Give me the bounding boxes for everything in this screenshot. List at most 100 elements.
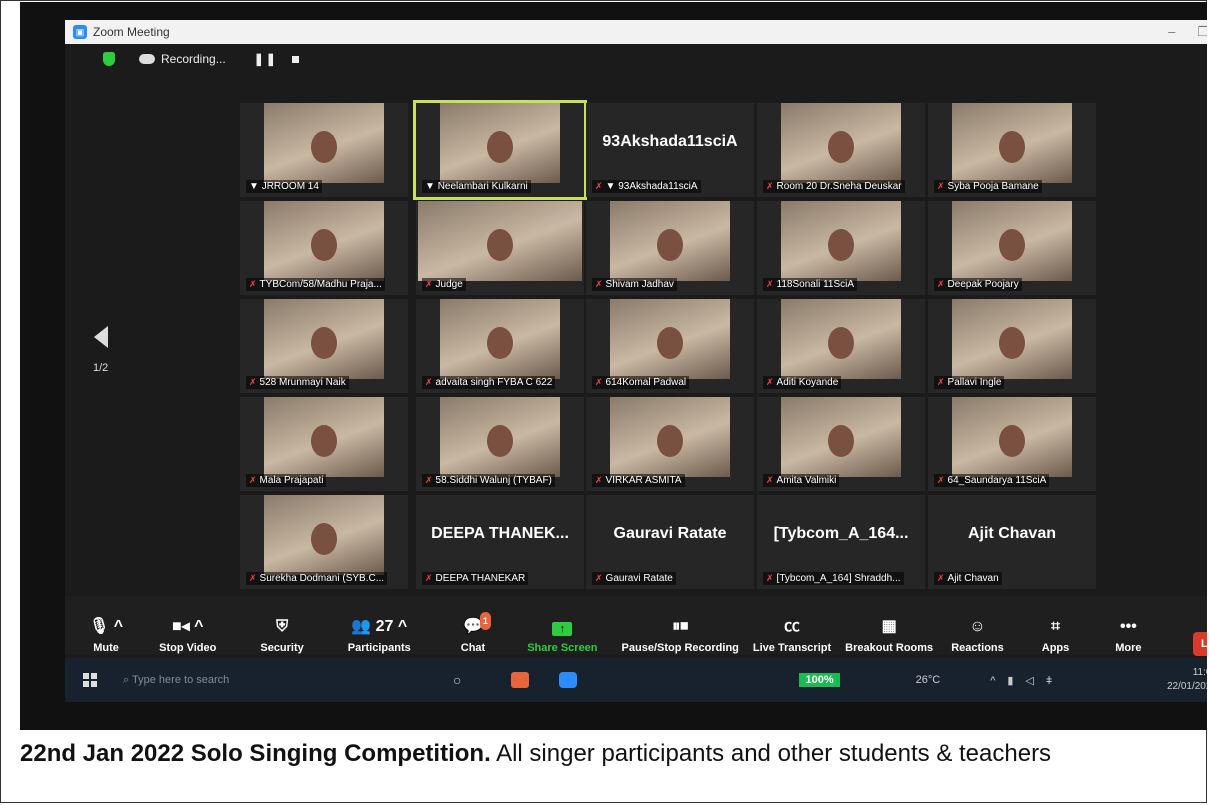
participant-face xyxy=(999,229,1025,261)
muted-mic-icon: ✗ xyxy=(249,475,257,485)
more-button[interactable]: ••• More xyxy=(1111,600,1145,654)
video-tile[interactable]: ✗ Judge xyxy=(416,201,584,295)
stop-video-button[interactable]: ■◂ ^ Stop Video xyxy=(155,600,220,654)
tile-name-label: ✗ VIRKAR ASMITA xyxy=(592,474,685,487)
tile-name-label: ✗ 64_Saundarya 11SciA xyxy=(934,474,1050,487)
video-tile[interactable]: DEEPA THANEK... ✗ DEEPA THANEKAR xyxy=(416,495,584,589)
video-tile[interactable]: ✗ 64_Saundarya 11SciA xyxy=(928,397,1096,491)
live-transcript-label: Live Transcript xyxy=(752,642,832,654)
participant-video xyxy=(440,103,560,183)
microphone-icon: 🎙 ^ xyxy=(89,618,124,635)
share-screen-button[interactable]: ↑ Share Screen xyxy=(523,600,601,654)
video-tile[interactable]: ✗ TYBCom/58/Madhu Praja... xyxy=(240,201,408,295)
participants-button[interactable]: 👥 27 ^ Participants xyxy=(344,600,415,654)
tile-name-label: ✗ Judge xyxy=(422,278,466,291)
participant-video xyxy=(264,397,384,477)
chat-button[interactable]: 💬 1 Chat xyxy=(457,600,491,654)
participant-face xyxy=(487,327,513,359)
tile-name-label: ▼ JRROOM 14 xyxy=(246,180,322,193)
tile-name-label: ▼ Neelambari Kulkarni xyxy=(422,180,531,193)
participant-face xyxy=(657,327,683,359)
video-tile[interactable]: 93Akshada11sciA ✗ ▼ 93Akshada11sciA xyxy=(586,103,754,197)
security-shield-icon[interactable] xyxy=(103,52,115,66)
windows-start-icon[interactable] xyxy=(83,673,97,687)
participant-video xyxy=(952,201,1072,281)
arrow-left-icon[interactable] xyxy=(93,326,108,348)
video-camera-icon: ■◂ ^ xyxy=(171,618,204,635)
office-app-icon[interactable] xyxy=(511,672,530,688)
mute-label: Mute xyxy=(93,642,119,654)
participant-video xyxy=(952,103,1072,183)
muted-mic-icon: ✗ xyxy=(937,181,945,191)
weather-temperature[interactable]: 26°C xyxy=(916,674,941,686)
taskbar-clock[interactable]: 11:02 22/01/2022 xyxy=(1167,666,1207,694)
video-tile[interactable]: ✗ Deepak Poojary xyxy=(928,201,1096,295)
participant-name: Room 20 Dr.Sneha Deuskar xyxy=(776,181,902,192)
tile-name-label: ✗ Deepak Poojary xyxy=(934,278,1022,291)
battery-indicator[interactable]: 100% xyxy=(799,673,840,687)
pause-stop-recording-button[interactable]: ⏸⏹ Pause/Stop Recording xyxy=(618,600,743,654)
cortana-icon[interactable]: ○ xyxy=(453,672,461,688)
video-tile[interactable]: [Tybcom_A_164... ✗ [Tybcom_A_164] Shraddh.… xyxy=(757,495,925,589)
stop-recording-button[interactable] xyxy=(291,55,299,63)
mute-button[interactable]: 🎙 ^ Mute xyxy=(85,600,127,654)
participant-name: Deepak Poojary xyxy=(947,279,1019,290)
reactions-button[interactable]: ☺ Reactions xyxy=(947,600,1008,654)
recording-bar: Recording... ❚❚ xyxy=(65,44,1207,74)
windows-taskbar: ⌕ Type here to search ○ 100% 26°C ^▮◁ǂ 1… xyxy=(65,658,1207,702)
participant-face xyxy=(999,425,1025,457)
video-tile[interactable]: ▼ Neelambari Kulkarni xyxy=(413,100,587,200)
page-previous[interactable]: 1/2 xyxy=(93,326,108,374)
video-tile[interactable]: ✗ Shivam Jadhav xyxy=(586,201,754,295)
video-tile[interactable]: Ajit Chavan ✗ Ajit Chavan xyxy=(928,495,1096,589)
pause-recording-button[interactable]: ❚❚ xyxy=(254,52,278,66)
security-button[interactable]: ⛨ Security xyxy=(256,600,307,654)
video-tile[interactable]: ✗ Syba Pooja Bamane xyxy=(928,103,1096,197)
restore-button[interactable]: ❐ xyxy=(1197,24,1207,40)
stop-video-label: Stop Video xyxy=(159,642,217,654)
apps-button[interactable]: ⌗ Apps xyxy=(1038,600,1074,654)
participant-video xyxy=(952,397,1072,477)
video-tile[interactable]: ✗ Surekha Dodmani (SYB.C... xyxy=(240,495,408,589)
video-tile[interactable]: Gauravi Ratate ✗ Gauravi Ratate xyxy=(586,495,754,589)
caption-text: All singer participants and other studen… xyxy=(490,740,1052,767)
leave-button[interactable]: Le xyxy=(1193,632,1207,656)
participant-face xyxy=(828,229,854,261)
share-screen-label: Share Screen xyxy=(527,642,598,654)
video-tile[interactable]: ✗ Amita Valmiki xyxy=(757,397,925,491)
video-tile[interactable]: ✗ 58.Siddhi Walunj (TYBAF) xyxy=(416,397,584,491)
video-tile[interactable]: ✗ 118Sonali 11SciA xyxy=(757,201,925,295)
video-tile[interactable]: ✗ Pallavi Ingle xyxy=(928,299,1096,393)
window-title: Zoom Meeting xyxy=(93,25,170,39)
tile-name-label: ✗ Mala Prajapati xyxy=(246,474,327,487)
pin-icon: ▼ xyxy=(605,181,619,192)
tile-name-label: ✗ 58.Siddhi Walunj (TYBAF) xyxy=(422,474,555,487)
video-tile[interactable]: ✗ 528 Mrunmayi Naik xyxy=(240,299,408,393)
system-tray-icons[interactable]: ^▮◁ǂ xyxy=(990,674,1064,687)
video-tile[interactable]: ✗ Mala Prajapati xyxy=(240,397,408,491)
tile-name-label: ✗ 528 Mrunmayi Naik xyxy=(246,376,349,389)
tile-name-label: ✗ TYBCom/58/Madhu Praja... xyxy=(246,278,385,291)
minimize-button[interactable]: – xyxy=(1168,24,1175,40)
video-tile[interactable]: ✗ Aditi Koyande xyxy=(757,299,925,393)
participant-name: advaita singh FYBA C 622 xyxy=(435,377,553,388)
video-tile[interactable]: ✗ Room 20 Dr.Sneha Deuskar xyxy=(757,103,925,197)
cloud-icon xyxy=(139,54,155,64)
zoom-app-icon[interactable] xyxy=(559,672,578,688)
video-tile[interactable]: ✗ advaita singh FYBA C 622 xyxy=(416,299,584,393)
participant-video xyxy=(781,103,901,183)
pause-stop-icon: ⏸⏹ xyxy=(672,618,689,635)
participant-name: VIRKAR ASMITA xyxy=(605,475,682,486)
tile-name-label: ✗ ▼ 93Akshada11sciA xyxy=(592,180,701,193)
muted-mic-icon: ✗ xyxy=(595,181,603,191)
video-tile[interactable]: ✗ 614Komal Padwal xyxy=(586,299,754,393)
participants-label: Participants xyxy=(347,642,411,654)
video-tile[interactable]: ▼ JRROOM 14 xyxy=(240,103,408,197)
tile-display-name: DEEPA THANEK... xyxy=(431,525,569,542)
taskbar-search[interactable]: ⌕ Type here to search xyxy=(123,674,423,687)
muted-mic-icon: ✗ xyxy=(595,475,603,485)
live-transcript-button[interactable]: ㏄ Live Transcript xyxy=(749,600,835,654)
breakout-rooms-button[interactable]: ▦ Breakout Rooms xyxy=(841,600,937,654)
video-tile[interactable]: ✗ VIRKAR ASMITA xyxy=(586,397,754,491)
tile-name-label: ✗ advaita singh FYBA C 622 xyxy=(422,376,556,389)
